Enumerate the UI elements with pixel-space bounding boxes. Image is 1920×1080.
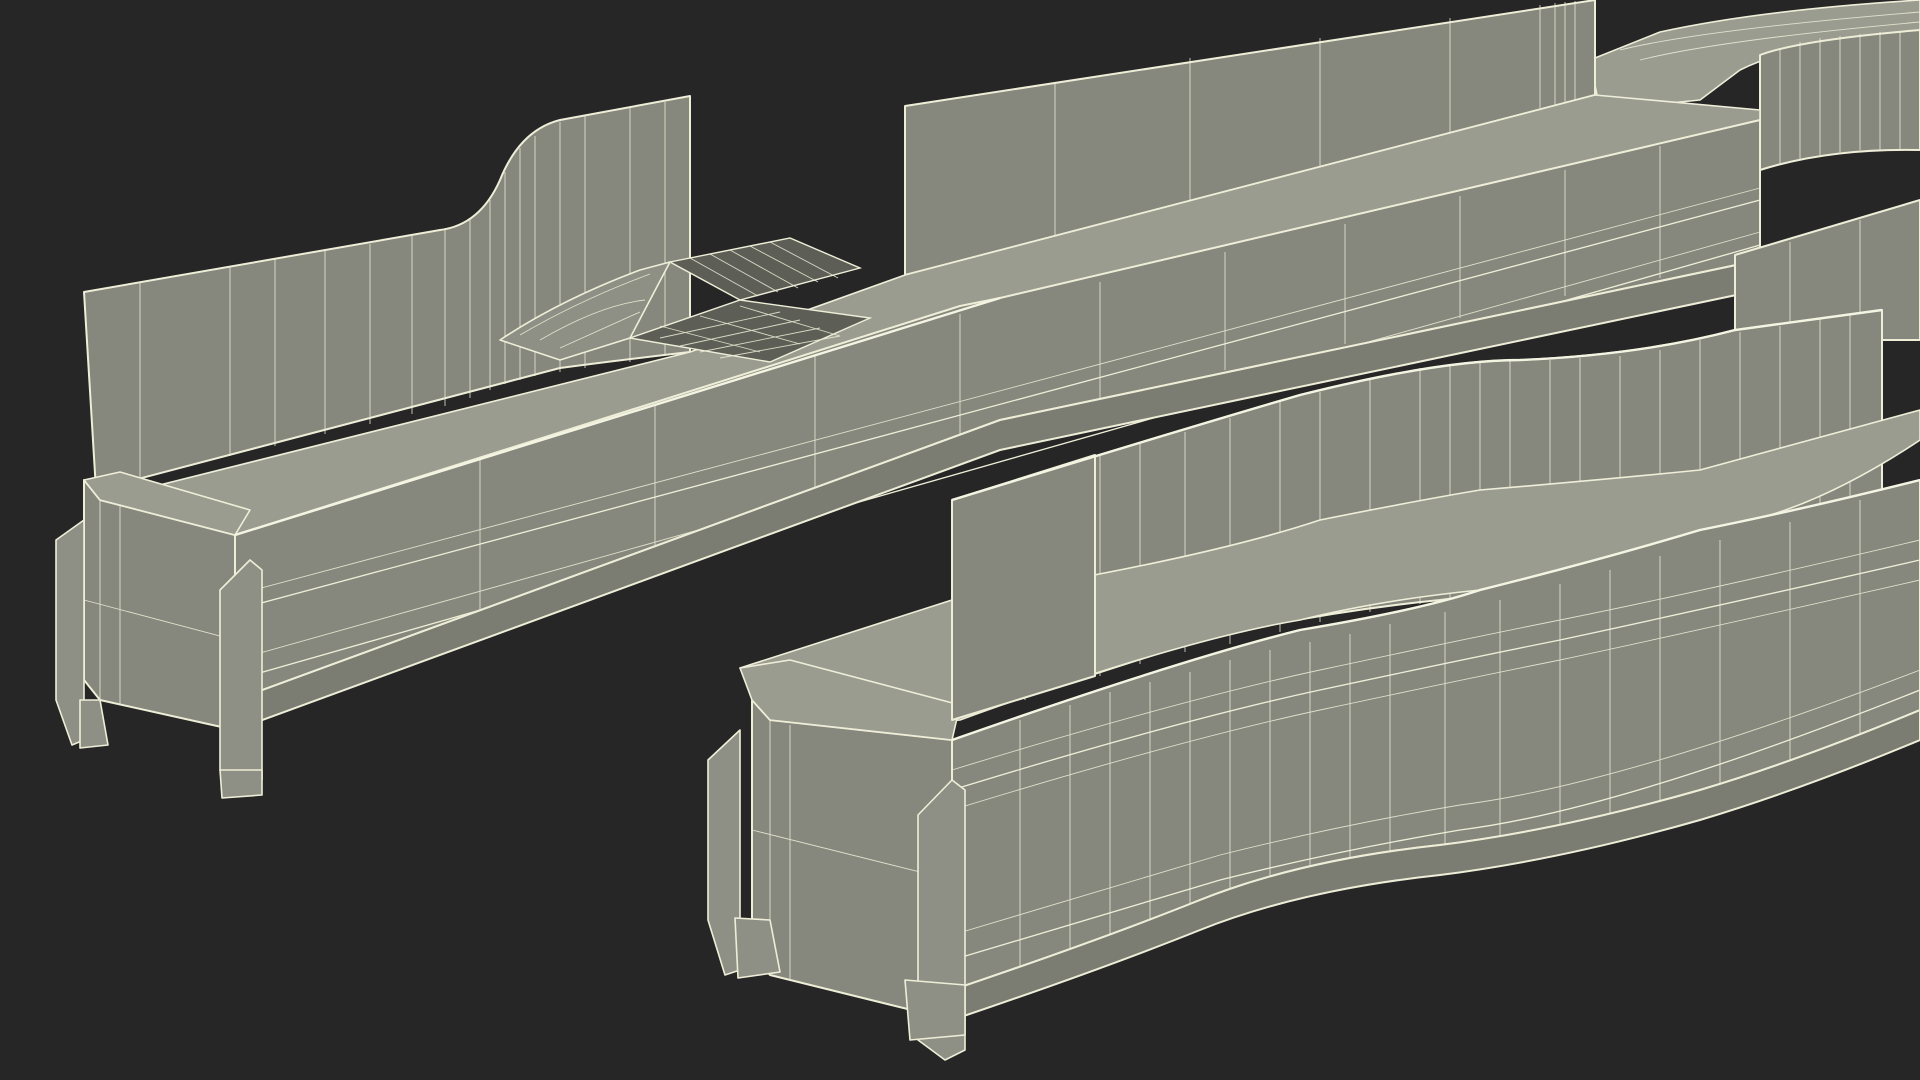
rear-roller-section <box>667 237 863 301</box>
front-end-bracket-left <box>707 729 741 976</box>
wireframe-render <box>55 0 1920 1061</box>
front-back-panel-end <box>951 454 1096 721</box>
rear-end-bracket-right <box>219 559 263 791</box>
render-viewport <box>0 0 1920 1080</box>
